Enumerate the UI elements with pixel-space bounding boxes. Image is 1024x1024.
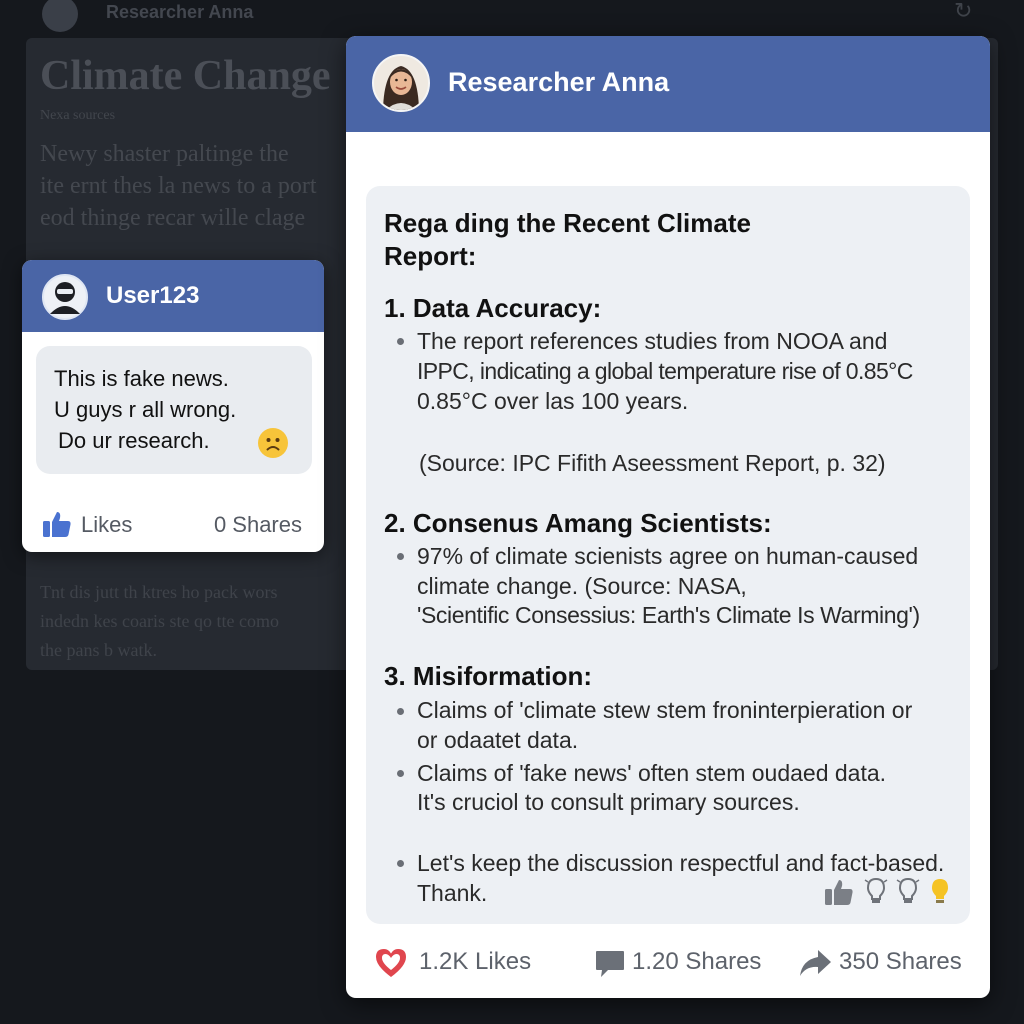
user-name[interactable]: User123 [106, 282, 199, 310]
section-text-line: 0.85°C over las 100 years. [417, 388, 689, 414]
user-shares-label[interactable]: 0 Shares [214, 512, 302, 538]
comment-line: This is fake news. [54, 366, 229, 391]
section-text-line: or odaatet data. [417, 727, 579, 753]
section-text-line: Thank. [417, 880, 488, 906]
thumbs-up-reaction-icon[interactable] [824, 878, 854, 906]
section-heading-consensus: 2. Consenus Amang Scientists: [384, 508, 772, 538]
reply-title-line: Rega ding the Recent Climate [384, 208, 751, 238]
researcher-name[interactable]: Researcher Anna [448, 67, 669, 98]
section-text-line: Claims of 'fake news' often stem oudaed … [417, 760, 887, 786]
section-text-line: Claims of 'climate stew stem froninterpi… [417, 697, 913, 723]
comment-line: U guys r all wrong. [54, 397, 237, 422]
likes-count: 1.2K Likes [419, 948, 532, 975]
section-text-line: It's cruciol to consult primary sources. [417, 789, 800, 815]
anonymous-user-icon [50, 282, 80, 314]
user-likes-label[interactable]: Likes [81, 512, 132, 538]
heart-icon [376, 949, 406, 977]
researcher-reply-card: Researcher Anna Rega ding the Recent Cli… [346, 36, 990, 998]
background-article-paragraph-2: Tnt dis jutt th ktres ho pack wors inded… [40, 578, 360, 665]
background-article-meta: Nexa sources [40, 108, 116, 123]
background-paragraph-line: Tnt dis jutt th ktres ho pack wors [40, 582, 278, 602]
source-citation: (Source: IPC Fifith Aseessment Report, p… [419, 450, 886, 476]
bullet-dot [397, 860, 404, 867]
shares-count: 350 Shares [839, 948, 962, 975]
section-text-line: IPPC, indicating a global temperature ri… [417, 358, 913, 384]
refresh-icon[interactable]: ↻ [954, 0, 972, 24]
background-article-paragraph: Newy shaster paltinge the ite ernt thes … [40, 138, 360, 234]
comment-line: Do ur research. [58, 428, 210, 453]
bullet-dot [397, 770, 404, 777]
section-text-line: 97% of climate scienists agree on human-… [417, 543, 919, 569]
profile-photo-icon [374, 56, 428, 110]
comment-bubble-icon [596, 951, 624, 977]
frown-emoji-icon [258, 428, 288, 458]
background-paragraph-line: the pans b watk. [40, 640, 157, 660]
section-text-line: 'Scientific Consessius: Earth's Climate … [417, 602, 920, 628]
bullet-dot [397, 708, 404, 715]
background-avatar [42, 0, 78, 32]
bullet-dot [397, 553, 404, 560]
reply-title-line: Report: [384, 241, 477, 271]
share-arrow-icon [800, 950, 831, 976]
section-heading-misinformation: 3. Misiformation: [384, 661, 593, 691]
user-comment-card: User123 This is fake news. U guys r all … [22, 260, 324, 552]
background-article-title: Climate Change [40, 53, 331, 99]
background-paragraph-line: indedn kes coaris ste qo tte como [40, 611, 279, 631]
section-text-line: climate change. (Source: NASA, [417, 573, 747, 599]
background-author-name: Researcher Anna [106, 2, 254, 22]
lightbulb-outline-icon[interactable] [864, 876, 888, 906]
section-text-line: The report references studies from NOOA … [417, 328, 888, 354]
lightbulb-yellow-icon[interactable] [928, 876, 952, 906]
user-comment-bubble: This is fake news. U guys r all wrong. D… [36, 346, 312, 474]
thumbs-up-icon[interactable] [42, 510, 72, 538]
background-topbar: Researcher Anna ↻ [0, 0, 1024, 32]
user-comment-header: User123 [22, 260, 324, 332]
researcher-header: Researcher Anna [346, 36, 990, 132]
background-paragraph-line: eod thinge recar wille clage [40, 205, 306, 231]
section-heading-data-accuracy: 1. Data Accuracy: [384, 293, 602, 323]
researcher-avatar[interactable] [372, 54, 430, 112]
background-paragraph-line: ite ernt thes la news to a port [40, 173, 317, 199]
reply-content-panel: Rega ding the Recent Climate Report: 1. … [366, 186, 970, 924]
section-text-line: Let's keep the discussion respectful and… [417, 850, 945, 876]
bullet-dot [397, 338, 404, 345]
background-paragraph-line: Newy shaster paltinge the [40, 141, 289, 167]
comments-count: 1.20 Shares [632, 948, 762, 975]
lightbulb-outline-icon[interactable] [896, 876, 920, 906]
user-avatar[interactable] [42, 274, 88, 320]
